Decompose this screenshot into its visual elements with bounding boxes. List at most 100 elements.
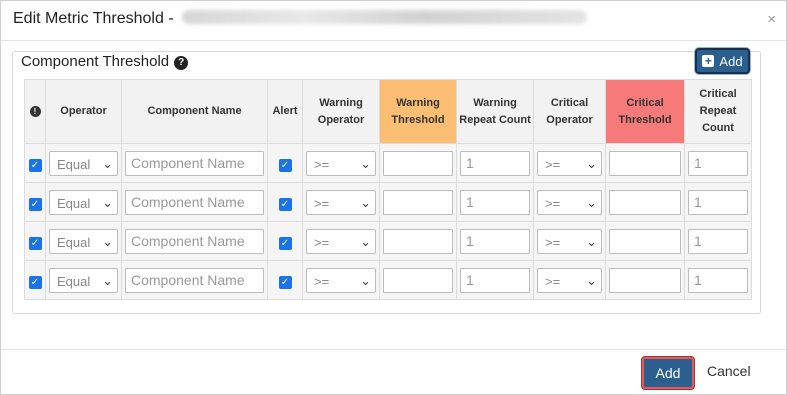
header-critical-threshold: Critical Threshold [605, 79, 685, 144]
warning-operator-select[interactable]: >= ⌄ [306, 189, 376, 215]
row-select-checkbox[interactable]: ✓ [28, 236, 42, 250]
header-alert: Alert [267, 79, 303, 144]
operator-value: Equal [57, 195, 91, 211]
warning-threshold-cell [379, 143, 457, 183]
header-critical-repeat-count: Critical Repeat Count [684, 79, 752, 144]
warning-repeat-count-cell: 1 [456, 260, 534, 300]
component-name-input[interactable]: Component Name [125, 189, 264, 215]
critical-threshold-cell [605, 260, 685, 300]
table-row: ✓ Equal ⌄ Component Name ✓ >= ⌄ 1 >= ⌄ 1 [24, 143, 752, 183]
operator-cell: Equal ⌄ [45, 260, 122, 300]
chevron-down-icon: ⌄ [586, 155, 597, 171]
critical-threshold-input[interactable] [609, 267, 681, 293]
operator-select[interactable]: Equal ⌄ [49, 228, 118, 254]
warning-threshold-input[interactable] [383, 267, 453, 293]
component-name-cell: Component Name [121, 143, 268, 183]
critical-operator-select[interactable]: >= ⌄ [537, 228, 602, 254]
critical-threshold-cell [605, 143, 685, 183]
warning-operator-cell: >= ⌄ [302, 260, 380, 300]
operator-select[interactable]: Equal ⌄ [49, 267, 118, 293]
critical-repeat-count-cell: 1 [684, 221, 752, 261]
critical-threshold-input[interactable] [609, 228, 681, 254]
chevron-down-icon: ⌄ [360, 233, 371, 249]
row-select-cell: ✓ [24, 143, 46, 183]
chevron-down-icon: ⌄ [586, 233, 597, 249]
critical-repeat-count-cell: 1 [684, 182, 752, 222]
table-row: ✓ Equal ⌄ Component Name ✓ >= ⌄ 1 >= ⌄ 1 [24, 221, 752, 261]
alert-checkbox[interactable]: ✓ [278, 236, 292, 250]
row-select-checkbox[interactable]: ✓ [28, 275, 42, 289]
row-select-checkbox[interactable]: ✓ [28, 197, 42, 211]
row-select-cell: ✓ [24, 221, 46, 261]
warning-repeat-count-input[interactable]: 1 [460, 150, 530, 176]
critical-repeat-count-input[interactable]: 1 [688, 228, 748, 254]
warning-operator-select[interactable]: >= ⌄ [306, 228, 376, 254]
component-name-input[interactable]: Component Name [125, 150, 264, 176]
component-name-cell: Component Name [121, 260, 268, 300]
critical-repeat-count-input[interactable]: 1 [688, 189, 748, 215]
critical-threshold-cell [605, 182, 685, 222]
warning-threshold-input[interactable] [383, 228, 453, 254]
operator-value: Equal [57, 234, 91, 250]
alert-checkbox[interactable]: ✓ [278, 197, 292, 211]
critical-threshold-input[interactable] [609, 150, 681, 176]
cancel-button[interactable]: Cancel [707, 363, 751, 379]
warning-repeat-count-cell: 1 [456, 221, 534, 261]
question-circle-icon[interactable]: ? [174, 56, 189, 70]
critical-threshold-input[interactable] [609, 189, 681, 215]
add-button[interactable]: Add [642, 357, 694, 389]
exclamation-circle-icon: ! [29, 106, 41, 117]
header-warning-repeat-count: Warning Repeat Count [456, 79, 534, 144]
chevron-down-icon: ⌄ [102, 233, 113, 249]
critical-repeat-count-input[interactable]: 1 [688, 150, 748, 176]
redacted-metric-name [181, 10, 587, 25]
chevron-down-icon: ⌄ [102, 155, 113, 171]
close-icon[interactable]: × [767, 12, 776, 27]
operator-cell: Equal ⌄ [45, 143, 122, 183]
critical-operator-value: >= [545, 234, 561, 250]
component-name-cell: Component Name [121, 221, 268, 261]
critical-operator-value: >= [545, 273, 561, 289]
warning-operator-cell: >= ⌄ [302, 182, 380, 222]
critical-operator-select[interactable]: >= ⌄ [537, 189, 602, 215]
warning-operator-select[interactable]: >= ⌄ [306, 150, 376, 176]
warning-threshold-cell [379, 221, 457, 261]
row-select-cell: ✓ [24, 182, 46, 222]
warning-operator-value: >= [314, 234, 330, 250]
warning-threshold-input[interactable] [383, 150, 453, 176]
critical-operator-cell: >= ⌄ [533, 221, 606, 261]
component-name-cell: Component Name [121, 182, 268, 222]
component-name-input[interactable]: Component Name [125, 228, 264, 254]
chevron-down-icon: ⌄ [102, 194, 113, 210]
panel-title: Component Threshold? [21, 53, 189, 70]
critical-operator-select[interactable]: >= ⌄ [537, 267, 602, 293]
header-warning-operator: Warning Operator [302, 79, 380, 144]
component-threshold-panel: Component Threshold? + Add ! Operator Com… [12, 48, 761, 314]
warning-operator-select[interactable]: >= ⌄ [306, 267, 376, 293]
warning-repeat-count-input[interactable]: 1 [460, 189, 530, 215]
component-name-input[interactable]: Component Name [125, 267, 264, 293]
critical-repeat-count-input[interactable]: 1 [688, 267, 748, 293]
warning-threshold-cell [379, 182, 457, 222]
row-select-checkbox[interactable]: ✓ [28, 158, 42, 172]
alert-checkbox[interactable]: ✓ [278, 158, 292, 172]
critical-threshold-cell [605, 221, 685, 261]
chevron-down-icon: ⌄ [360, 272, 371, 288]
table-header-row: ! Operator Component Name Alert Warning … [24, 79, 752, 144]
warning-threshold-input[interactable] [383, 189, 453, 215]
critical-operator-select[interactable]: >= ⌄ [537, 150, 602, 176]
operator-value: Equal [57, 156, 91, 172]
modal-title-text: Edit Metric Threshold - [13, 10, 174, 27]
warning-repeat-count-input[interactable]: 1 [460, 267, 530, 293]
critical-operator-value: >= [545, 156, 561, 172]
warning-operator-value: >= [314, 273, 330, 289]
operator-select[interactable]: Equal ⌄ [49, 189, 118, 215]
add-row-button[interactable]: + Add [695, 48, 750, 74]
alert-checkbox[interactable]: ✓ [278, 275, 292, 289]
operator-select[interactable]: Equal ⌄ [49, 150, 118, 176]
critical-repeat-count-cell: 1 [684, 143, 752, 183]
critical-operator-cell: >= ⌄ [533, 260, 606, 300]
warning-threshold-cell [379, 260, 457, 300]
critical-operator-cell: >= ⌄ [533, 182, 606, 222]
warning-repeat-count-input[interactable]: 1 [460, 228, 530, 254]
